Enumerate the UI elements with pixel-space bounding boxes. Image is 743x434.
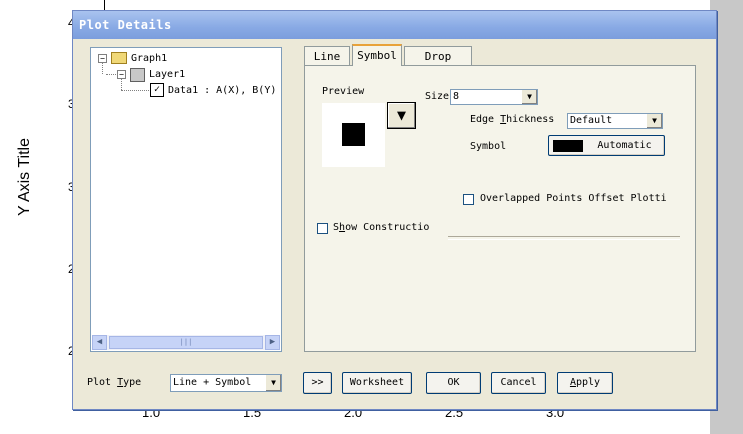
size-combo[interactable]: 8 ▼ <box>450 89 538 105</box>
tree-item-graph[interactable]: Graph1 <box>131 53 167 64</box>
edge-thickness-combo[interactable]: Default ▼ <box>567 113 663 129</box>
plot-type-combo[interactable]: Line + Symbol ▼ <box>170 374 282 392</box>
overlapped-points-checkbox[interactable] <box>463 194 474 205</box>
chevron-down-icon[interactable]: ▼ <box>521 90 537 104</box>
plot-details-dialog: Plot Details − Graph1 − Layer1 ✓ Data1 :… <box>72 10 717 410</box>
data-plot-icon: ✓ <box>150 83 164 97</box>
overlapped-points-label: Overlapped Points Offset Plotti <box>480 193 667 204</box>
layer-icon <box>130 68 145 82</box>
edge-thickness-label: Edge Thickness <box>470 114 555 125</box>
plot-tree[interactable]: − Graph1 − Layer1 ✓ Data1 : A(X), B(Y) ◀… <box>90 47 282 352</box>
symbol-tab-panel: Preview ▼ Size 8 ▼ Edge Thickness Defaul… <box>304 65 696 352</box>
scroll-left-icon[interactable]: ◀ <box>92 335 107 350</box>
plot-type-value: Line + Symbol <box>173 377 252 388</box>
chevron-down-icon[interactable]: ▼ <box>646 114 662 128</box>
symbol-color-label: Symbol <box>470 141 507 152</box>
tree-item-layer[interactable]: Layer1 <box>149 69 185 80</box>
tab-symbol[interactable]: Symbol <box>352 44 402 66</box>
plot-type-label: Plot Type <box>87 377 142 388</box>
show-construction-checkbox[interactable] <box>317 223 328 234</box>
preview-label: Preview <box>322 86 365 97</box>
chevron-down-icon[interactable]: ▼ <box>265 375 281 391</box>
size-value: 8 <box>453 91 460 102</box>
worksheet-button[interactable]: Worksheet <box>342 372 412 394</box>
scroll-thumb[interactable]: ||| <box>109 336 263 349</box>
symbol-color-button[interactable]: Automatic <box>548 135 665 156</box>
apply-button[interactable]: Apply <box>557 372 613 394</box>
collapse-layer1-icon[interactable]: − <box>117 70 126 79</box>
size-label: Size <box>425 91 449 102</box>
tab-drop-lines[interactable]: Drop Lines <box>404 46 472 82</box>
show-construction-label: Show Constructio <box>333 222 430 233</box>
cancel-button[interactable]: Cancel <box>491 372 546 394</box>
symbol-gallery-button[interactable]: ▼ <box>387 102 416 129</box>
folder-icon <box>111 52 127 64</box>
tree-item-data[interactable]: Data1 : A(X), B(Y) <box>168 85 276 96</box>
dialog-titlebar[interactable]: Plot Details <box>73 11 716 39</box>
separator-line <box>448 236 680 240</box>
dialog-title: Plot Details <box>79 18 172 32</box>
ok-button[interactable]: OK <box>426 372 481 394</box>
tab-line[interactable]: Line <box>304 46 350 65</box>
scroll-right-icon[interactable]: ▶ <box>265 335 280 350</box>
collapse-graph1-icon[interactable]: − <box>98 54 107 63</box>
y-axis-title: Y Axis Title <box>15 138 33 216</box>
square-symbol-icon <box>342 123 365 146</box>
tree-horizontal-scrollbar[interactable]: ◀ ||| ▶ <box>92 335 280 350</box>
expand-button[interactable]: >> <box>303 372 332 394</box>
symbol-preview <box>322 103 385 167</box>
symbol-color-value: Automatic <box>597 140 652 151</box>
edge-thickness-value: Default <box>570 115 613 126</box>
color-swatch <box>553 140 583 152</box>
